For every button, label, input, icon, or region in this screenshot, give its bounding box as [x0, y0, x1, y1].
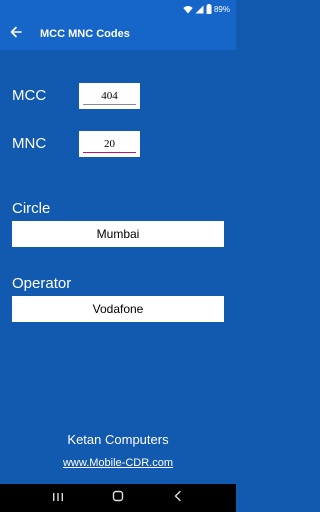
recents-button[interactable] — [48, 488, 68, 508]
mcc-input[interactable]: 404 — [79, 83, 140, 109]
mcc-label: MCC — [12, 87, 47, 104]
mcc-value: 404 — [101, 90, 118, 102]
mnc-label: MNC — [12, 135, 47, 152]
arrow-left-icon — [10, 25, 22, 43]
battery-percent: 89% — [213, 4, 230, 14]
wifi-icon — [183, 5, 193, 14]
recents-icon — [52, 489, 64, 507]
signal-icon — [195, 5, 204, 14]
system-nav-bar — [0, 484, 236, 512]
home-button[interactable] — [108, 488, 128, 508]
mnc-input[interactable]: 20 — [79, 131, 140, 157]
website-link[interactable]: www.Mobile-CDR.com — [0, 457, 236, 469]
operator-label: Operator — [12, 275, 72, 292]
operator-value: Vodafone — [92, 302, 144, 316]
mnc-input-underline — [83, 152, 136, 153]
company-name: Ketan Computers — [67, 432, 169, 447]
circle-value-box: Mumbai — [12, 221, 224, 247]
back-button[interactable] — [0, 18, 32, 50]
operator-value-box: Vodafone — [12, 296, 224, 322]
back-icon — [173, 489, 183, 507]
nav-back-button[interactable] — [168, 488, 188, 508]
battery-icon — [206, 4, 212, 14]
circle-value: Mumbai — [96, 227, 140, 241]
status-bar: 89% — [0, 0, 236, 18]
mnc-value: 20 — [104, 138, 115, 150]
app-bar: MCC MNC Codes — [0, 18, 236, 50]
mcc-input-underline — [83, 104, 136, 105]
status-icons: 89% — [183, 3, 230, 15]
app-title: MCC MNC Codes — [40, 28, 130, 40]
circle-label: Circle — [12, 200, 51, 217]
home-icon — [112, 489, 124, 507]
